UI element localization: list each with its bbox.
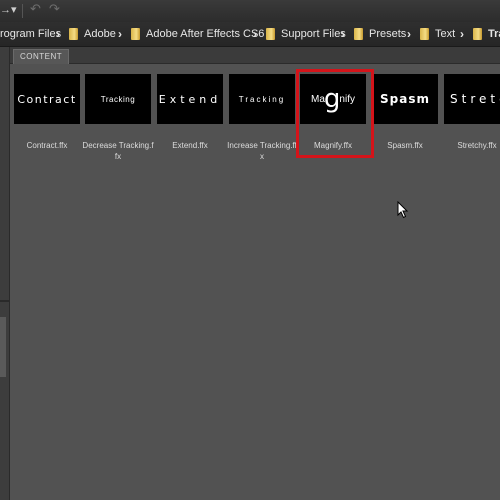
breadcrumb-item-adobe[interactable]: Adobe (69, 22, 116, 46)
breadcrumb-label: Text (435, 28, 456, 40)
folder-icon (266, 28, 275, 40)
preset-tile-magnify[interactable]: Ma g nify Magnify.ffx (300, 74, 366, 151)
preset-filename: Magnify.ffx (314, 141, 352, 150)
magnify-preview-left: Ma (311, 93, 325, 105)
tab-content[interactable]: CONTENT (13, 49, 70, 64)
panel-divider[interactable] (0, 300, 9, 302)
folder-icon (69, 28, 78, 40)
chevron-right-icon: › (253, 27, 257, 41)
top-toolbar: →▾ ↶ ↷ (0, 0, 500, 22)
chevron-right-icon: › (407, 27, 411, 41)
content-panel: Contract Contract.ffx Tracking Decrease … (10, 64, 500, 500)
folder-icon (420, 28, 429, 40)
preset-tile-increase-tracking[interactable]: Tracking Increase Tracking.ffx (227, 74, 297, 162)
breadcrumb-label: Adobe (84, 28, 116, 40)
content-header: CONTENT (10, 47, 500, 64)
folder-icon (131, 28, 140, 40)
preset-filename: Increase Tracking.ffx (227, 141, 297, 161)
breadcrumb-item-support-files[interactable]: Support Files (266, 22, 346, 46)
preset-thumbnail[interactable]: Ma g nify (300, 74, 366, 124)
preset-thumbnail[interactable]: Tracking (85, 74, 151, 124)
preset-filename: Contract.ffx (26, 141, 68, 150)
preset-filename: Extend.ffx (172, 141, 208, 150)
menu-arrow-icon[interactable]: →▾ (0, 3, 17, 16)
magnify-preview-big: g (323, 84, 341, 114)
breadcrumb: rogram Files › Adobe › Adobe After Effec… (0, 22, 500, 47)
breadcrumb-item-presets[interactable]: Presets (354, 22, 406, 46)
folder-icon (354, 28, 363, 40)
forward-icon[interactable]: ↷ (49, 1, 60, 17)
chevron-right-icon: › (460, 27, 464, 41)
breadcrumb-label: Presets (369, 28, 407, 40)
preset-filename: Spasm.ffx (387, 141, 423, 150)
toolbar-divider (22, 4, 23, 18)
breadcrumb-item-transitions[interactable]: Tra (473, 22, 500, 46)
magnify-preview-right: nify (339, 93, 355, 105)
preset-tile-stretchy[interactable]: Stretch Stretchy.ffx (444, 74, 500, 151)
mouse-cursor-icon (397, 201, 409, 219)
breadcrumb-item-program-files[interactable]: rogram Files (0, 22, 61, 46)
preset-thumbnail[interactable]: Tracking (229, 74, 295, 124)
preset-tile-contract[interactable]: Contract Contract.ffx (14, 74, 80, 151)
preset-tile-decrease-tracking[interactable]: Tracking Decrease Tracking.ffx (82, 74, 154, 162)
panel-scrollbar[interactable] (0, 317, 6, 377)
breadcrumb-label: Support Files (281, 28, 346, 40)
breadcrumb-label: Tra (488, 28, 500, 40)
back-icon[interactable]: ↶ (30, 1, 41, 17)
preset-filename: Stretchy.ffx (457, 141, 497, 150)
preset-thumbnail[interactable]: Stretch (444, 74, 500, 124)
chevron-right-icon: › (56, 27, 60, 41)
preset-thumbnail[interactable]: Spasm (372, 74, 438, 124)
folder-icon (473, 28, 482, 40)
breadcrumb-label: rogram Files (0, 28, 62, 40)
preset-tile-spasm[interactable]: Spasm Spasm.ffx (372, 74, 438, 151)
preset-thumbnail[interactable]: Contract (14, 74, 80, 124)
preset-filename: Decrease Tracking.ffx (82, 141, 154, 161)
chevron-right-icon: › (118, 27, 122, 41)
breadcrumb-item-after-effects[interactable]: Adobe After Effects CS6 (131, 22, 264, 46)
breadcrumb-label: Adobe After Effects CS6 (146, 28, 265, 40)
chevron-right-icon: › (341, 27, 345, 41)
preset-tile-extend[interactable]: Extend Extend.ffx (157, 74, 223, 151)
preset-thumbnail[interactable]: Extend (157, 74, 223, 124)
breadcrumb-item-text[interactable]: Text (420, 22, 455, 46)
left-panel (0, 47, 10, 500)
